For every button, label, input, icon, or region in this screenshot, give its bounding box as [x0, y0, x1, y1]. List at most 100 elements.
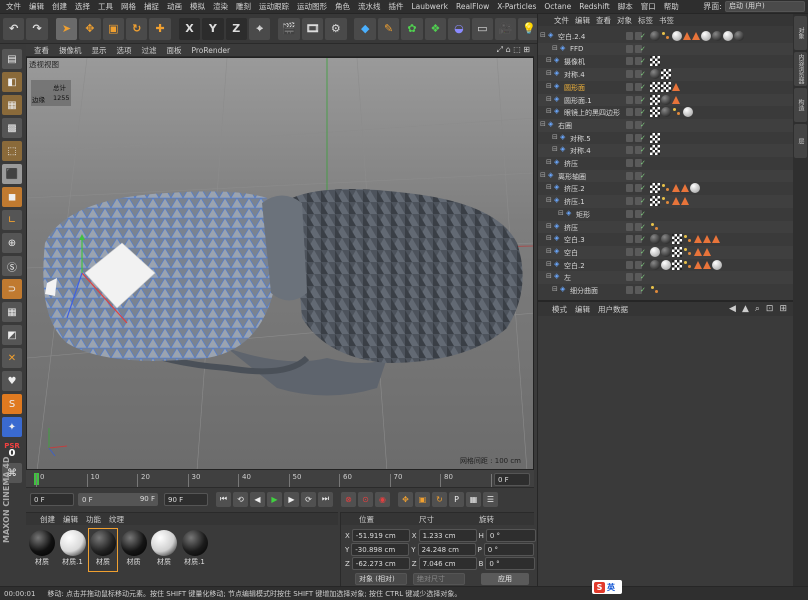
object-expander-icon[interactable]: ⊟ [552, 133, 558, 141]
material-tag-icon[interactable] [650, 56, 660, 67]
prev-key-icon[interactable]: ⟲ [233, 491, 248, 507]
menu-item[interactable]: 运动图形 [293, 0, 331, 14]
object-expander-icon[interactable]: ⊟ [546, 107, 552, 115]
tag-icon[interactable] [681, 197, 689, 206]
object-menu-item[interactable]: 书签 [659, 15, 674, 26]
menu-item[interactable]: Laubwerk [408, 0, 452, 14]
deformer-icon[interactable]: ◒ [448, 17, 470, 40]
viewport-menu-item[interactable]: 查看 [30, 45, 53, 56]
menu-item[interactable]: 网格 [117, 0, 140, 14]
position-field[interactable]: -62.273 cm [351, 557, 410, 570]
right-lens[interactable] [292, 189, 523, 363]
material-ball-tag-icon[interactable] [650, 259, 660, 270]
menu-item[interactable]: 工具 [94, 0, 117, 14]
next-key-icon[interactable]: ⟳ [301, 491, 316, 507]
menu-item[interactable]: 选择 [71, 0, 94, 14]
tag-icon[interactable] [712, 235, 720, 244]
material-tag-icon[interactable] [650, 107, 660, 118]
right-panel-tab[interactable]: 构造 [794, 88, 807, 122]
preview-max-field[interactable]: 90 F [130, 493, 158, 506]
material-ball-tag-icon[interactable] [650, 69, 660, 80]
right-panel-tab[interactable]: 对象 [794, 16, 807, 50]
keyframe-selection-icon[interactable]: ◉ [375, 491, 390, 507]
material-ball-tag-icon[interactable] [661, 259, 671, 270]
enabled-check-icon[interactable]: ✓ [640, 146, 646, 154]
material-ball-tag-icon[interactable] [650, 31, 660, 41]
material-swatch[interactable]: 材质 [88, 528, 118, 572]
object-menu-item[interactable]: 查看 [596, 15, 611, 26]
enabled-check-icon[interactable]: ✓ [640, 235, 646, 243]
key-scale-icon[interactable]: ▣ [415, 491, 430, 507]
position-field[interactable]: -51.919 cm [351, 529, 410, 542]
viewport-menu-item[interactable]: 过滤 [138, 45, 161, 56]
object-expander-icon[interactable]: ⊟ [552, 44, 558, 52]
move-tool-icon[interactable]: ✥ [79, 17, 101, 40]
object-menu-item[interactable]: 对象 [617, 15, 632, 26]
size-field[interactable]: 24.248 cm [417, 543, 476, 556]
material-ball-tag-icon[interactable] [661, 94, 671, 105]
material-tag-icon[interactable] [661, 69, 671, 80]
tag-icon[interactable] [672, 82, 680, 91]
object-expander-icon[interactable]: ⊟ [546, 234, 552, 242]
go-to-end-icon[interactable]: ⏭ [318, 491, 333, 507]
play-icon[interactable]: ▶ [267, 491, 282, 507]
object-expander-icon[interactable]: ⊟ [546, 158, 552, 166]
tag-icon[interactable] [672, 95, 680, 104]
object-row[interactable]: ⊟ ◈ 对称.5 ✓ [538, 132, 794, 145]
object-row[interactable]: ⊟ ◈ 离形轴圈 ✓ [538, 169, 794, 183]
menu-item[interactable]: 流水线 [354, 0, 385, 14]
object-row[interactable]: ⊟ ◈ 空白.2 ✓ [538, 259, 794, 272]
menu-item[interactable]: 编辑 [25, 0, 48, 14]
object-expander-icon[interactable]: ⊟ [546, 196, 552, 204]
material-ball-tag-icon[interactable] [734, 31, 744, 41]
tag-icon[interactable] [703, 260, 711, 269]
enabled-check-icon[interactable]: ✓ [640, 45, 646, 53]
menu-item[interactable]: 运动跟踪 [255, 0, 293, 14]
object-row[interactable]: ⊟ ◈ 对称.4 ✓ [538, 144, 794, 157]
enabled-check-icon[interactable]: ✓ [640, 184, 646, 192]
object-row[interactable]: ⊟ ◈ 左 ✓ [538, 271, 794, 284]
x-axis-lock-icon[interactable]: X [178, 17, 201, 40]
material-tag-icon[interactable] [661, 81, 671, 92]
attribute-menu-item[interactable]: 模式 [552, 304, 567, 315]
viewport-menu-item[interactable]: 摄像机 [55, 45, 86, 56]
lock-icon[interactable]: ⊡ [766, 304, 774, 314]
material-ball-tag-icon[interactable] [712, 31, 722, 41]
material-swatch[interactable]: 材质 [28, 529, 56, 571]
object-row[interactable]: ⊟ ◈ 细分曲面 ✓ [538, 284, 794, 297]
timeline-ruler[interactable]: 0102030405060708090 0 F [26, 470, 534, 488]
material-swatch[interactable]: 材质 [150, 529, 178, 571]
enabled-check-icon[interactable]: ✓ [640, 223, 646, 231]
object-row[interactable]: ⊟ ◈ 空白.2.4 ✓ [538, 30, 794, 43]
object-row[interactable]: ⊟ ◈ 挤压 ✓ [538, 157, 794, 170]
object-row[interactable]: ⊟ ◈ 空白 ✓ [538, 245, 794, 259]
end-frame-field[interactable]: 90 F [164, 492, 208, 506]
object-row[interactable]: ⊟ ◈ 挤压.2 ✓ [538, 182, 794, 195]
polygons-mode-icon[interactable]: ◼ [2, 187, 22, 207]
key-position-icon[interactable]: ✥ [398, 491, 413, 507]
viewport-menu-item[interactable]: ProRender [188, 46, 235, 55]
scale-tool-icon[interactable]: ▣ [102, 17, 124, 40]
object-menu-item[interactable]: 标签 [638, 15, 653, 26]
menu-item[interactable]: 动画 [163, 0, 186, 14]
material-menu-item[interactable]: 纹理 [109, 514, 124, 525]
menu-item[interactable]: Octane [540, 0, 575, 14]
object-row[interactable]: ⊟ ◈ FFD ✓ [538, 42, 794, 56]
right-panel-tab[interactable]: 内容浏览器 [794, 52, 807, 86]
selection-tag-icon[interactable] [661, 196, 671, 206]
make-editable-icon[interactable]: ▤ [2, 49, 22, 69]
menu-item[interactable]: X-Particles [493, 0, 540, 14]
record-key-icon[interactable]: ⊗ [341, 491, 356, 507]
object-row[interactable]: ⊟ ◈ 矩形 ✓ [538, 208, 794, 221]
soft-selection-icon[interactable]: ◩ [2, 325, 22, 345]
object-row[interactable]: ⊟ ◈ 眼镜上的黑四边形 ✓ [538, 106, 794, 119]
object-row[interactable]: ⊟ ◈ 圆形面 ✓ [538, 81, 794, 94]
cube-primitive-icon[interactable]: ◆ [354, 17, 376, 40]
redo-icon[interactable]: ↷ [26, 17, 48, 40]
material-ball-tag-icon[interactable] [661, 234, 671, 245]
material-tag-icon[interactable] [650, 81, 660, 92]
selection-tag-icon[interactable] [672, 107, 682, 117]
z-axis-lock-icon[interactable]: Z [225, 17, 247, 40]
size-mode-dropdown[interactable]: 绝对尺寸 [413, 573, 465, 585]
material-ball-tag-icon[interactable] [683, 107, 693, 118]
